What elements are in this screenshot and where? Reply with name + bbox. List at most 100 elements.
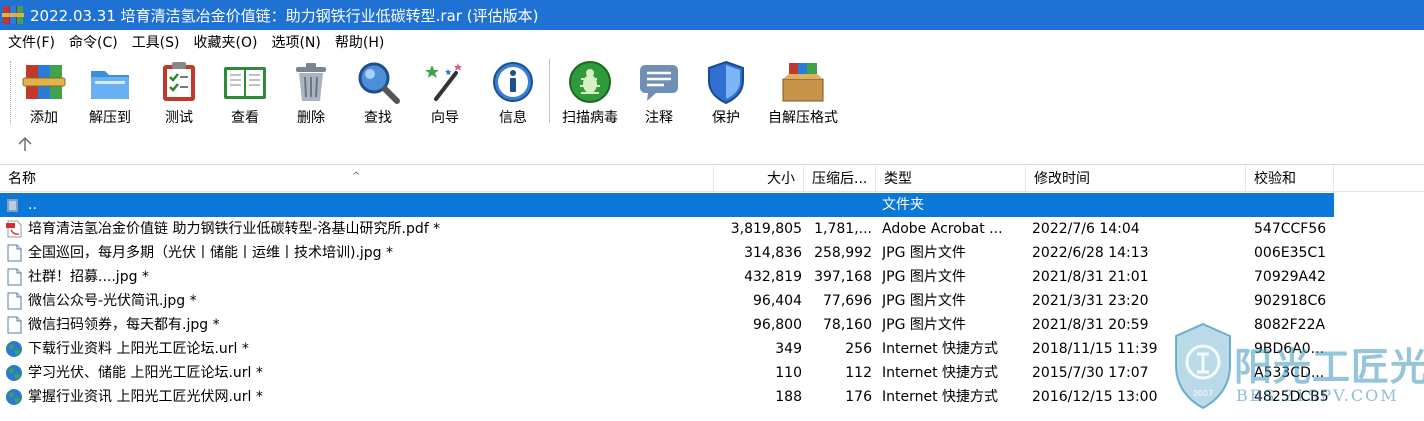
file-name: 全国巡回，每月多期（光伏丨储能丨运维丨技术培训).jpg * [28, 245, 394, 261]
internet-shortcut-icon [6, 365, 22, 381]
file-packed: 1,781,... [814, 221, 872, 237]
file-type: 文件夹 [882, 197, 924, 213]
parent-folder-icon [7, 199, 18, 212]
file-type: JPG 图片文件 [882, 317, 966, 333]
add-archive-icon [22, 65, 66, 99]
toolbar: 添加 解压到 测试 查看 删除 查找 向导 信息 扫描病毒 注释 保护 自解压格… [0, 53, 1424, 165]
table-row[interactable]: 微信扫码领券，每天都有.jpg * 96,800 78,160 JPG 图片文件… [0, 313, 1334, 337]
file-packed: 256 [845, 341, 872, 357]
winrar-app-icon[interactable] [2, 4, 24, 26]
table-row[interactable]: 社群！招募....jpg * 432,819 397,168 JPG 图片文件 … [0, 265, 1334, 289]
column-size-label: 大小 [767, 171, 795, 187]
comment-button[interactable]: 注释 [636, 59, 682, 129]
forum-watermark: 2007 阳光工匠光伏论坛 BBS.21SPV.COM [1172, 320, 1424, 416]
file-size: 96,800 [753, 317, 802, 333]
image-file-icon [7, 268, 22, 286]
menu-options[interactable]: 选项(N) [267, 32, 324, 52]
table-row[interactable]: 学习光伏、储能 上阳光工匠论坛.url * 110 112 Internet 快… [0, 361, 1334, 385]
watermark-year: 2007 [1193, 389, 1213, 398]
file-size: 96,404 [753, 293, 802, 309]
view-book-icon [224, 67, 266, 99]
file-modified: 2021/3/31 23:20 [1032, 293, 1149, 309]
list-header: 名称 ^ 大小 压缩后... 类型 修改时间 校验和 [0, 166, 1424, 192]
toolbar-separator [549, 59, 550, 123]
sfx-button[interactable]: 自解压格式 [766, 59, 840, 129]
file-type: Internet 快捷方式 [882, 341, 999, 357]
column-modified[interactable]: 修改时间 [1026, 166, 1246, 192]
file-size: 3,819,805 [730, 221, 802, 237]
file-size: 188 [775, 389, 802, 405]
delete-label: 删除 [297, 110, 325, 126]
extract-to-folder-icon [91, 71, 129, 99]
add-button[interactable]: 添加 [20, 59, 68, 129]
protect-label: 保护 [712, 110, 740, 126]
file-type: Adobe Acrobat ... [882, 221, 1003, 237]
file-packed: 78,160 [823, 317, 872, 333]
file-type: JPG 图片文件 [882, 269, 966, 285]
virus-scan-icon [569, 61, 611, 103]
column-type[interactable]: 类型 [876, 166, 1026, 192]
test-button[interactable]: 测试 [156, 59, 202, 129]
sort-ascending-icon: ^ [352, 171, 361, 182]
table-row[interactable]: 掌握行业资讯 上阳光工匠光伏网.url * 188 176 Internet 快… [0, 385, 1334, 409]
test-label: 测试 [165, 110, 193, 126]
extract-to-label: 解压到 [89, 110, 131, 126]
delete-button[interactable]: 删除 [288, 59, 334, 129]
parent-folder-row[interactable]: .. 文件夹 [0, 193, 1334, 217]
file-size: 314,836 [744, 245, 802, 261]
view-button[interactable]: 查看 [221, 59, 269, 129]
file-name: 社群！招募....jpg * [28, 269, 149, 285]
file-type: Internet 快捷方式 [882, 389, 999, 405]
table-row[interactable]: 微信公众号-光伏简讯.jpg * 96,404 77,696 JPG 图片文件 … [0, 289, 1334, 313]
column-packed-label: 压缩后... [812, 171, 868, 187]
image-file-icon [7, 316, 22, 334]
title-bar: 2022.03.31 培育清洁氢冶金价值链：助力钢铁行业低碳转型.rar (评估… [0, 0, 1424, 30]
file-type: Internet 快捷方式 [882, 365, 999, 381]
winrar-window: 2022.03.31 培育清洁氢冶金价值链：助力钢铁行业低碳转型.rar (评估… [0, 0, 1424, 421]
wizard-label: 向导 [431, 110, 459, 126]
table-row[interactable]: 下载行业资料 上阳光工匠论坛.url * 349 256 Internet 快捷… [0, 337, 1334, 361]
column-packed[interactable]: 压缩后... [804, 166, 876, 192]
column-crc[interactable]: 校验和 [1246, 166, 1334, 192]
file-crc: 70929A42 [1254, 269, 1326, 285]
image-file-icon [7, 292, 22, 310]
virus-scan-label: 扫描病毒 [562, 110, 618, 126]
toolbar-grip[interactable] [10, 61, 13, 125]
file-size: 349 [775, 341, 802, 357]
virus-scan-button[interactable]: 扫描病毒 [558, 59, 622, 129]
menu-help[interactable]: 帮助(H) [331, 32, 388, 52]
menu-tools[interactable]: 工具(S) [128, 32, 184, 52]
menu-commands[interactable]: 命令(C) [65, 32, 122, 52]
menu-file[interactable]: 文件(F) [4, 32, 59, 52]
test-clipboard-icon [163, 62, 195, 101]
wizard-wand-icon [425, 63, 462, 101]
file-type: JPG 图片文件 [882, 293, 966, 309]
wizard-button[interactable]: 向导 [422, 59, 468, 129]
internet-shortcut-icon [6, 341, 22, 357]
add-label: 添加 [30, 110, 58, 126]
info-button[interactable]: 信息 [490, 59, 536, 129]
column-name-label: 名称 [8, 171, 36, 187]
table-row[interactable]: 全国巡回，每月多期（光伏丨储能丨运维丨技术培训).jpg * 314,836 2… [0, 241, 1334, 265]
up-one-level-icon[interactable] [16, 135, 34, 153]
file-modified: 2021/8/31 21:01 [1032, 269, 1149, 285]
sfx-box-icon [782, 63, 824, 102]
extract-to-button[interactable]: 解压到 [84, 59, 136, 129]
file-crc: 902918C6 [1254, 293, 1327, 309]
protect-button[interactable]: 保护 [703, 59, 749, 129]
file-modified: 2022/7/6 14:04 [1032, 221, 1140, 237]
column-size[interactable]: 大小 [714, 166, 804, 192]
view-label: 查看 [231, 110, 259, 126]
info-icon [493, 62, 533, 102]
internet-shortcut-icon [6, 389, 22, 405]
window-title: 2022.03.31 培育清洁氢冶金价值链：助力钢铁行业低碳转型.rar (评估… [30, 6, 539, 25]
pdf-file-icon [6, 220, 22, 238]
file-crc: 547CCF56 [1254, 221, 1327, 237]
table-row[interactable]: 培育清洁氢冶金价值链 助力钢铁行业低碳转型-洛基山研究所.pdf * 3,819… [0, 217, 1334, 241]
find-button[interactable]: 查找 [355, 59, 401, 129]
column-crc-label: 校验和 [1254, 171, 1296, 187]
menu-favorites[interactable]: 收藏夹(O) [190, 32, 262, 52]
sfx-label: 自解压格式 [768, 110, 838, 126]
column-name[interactable]: 名称 ^ [0, 166, 714, 192]
forum-logo-icon: 2007 [1175, 322, 1231, 410]
